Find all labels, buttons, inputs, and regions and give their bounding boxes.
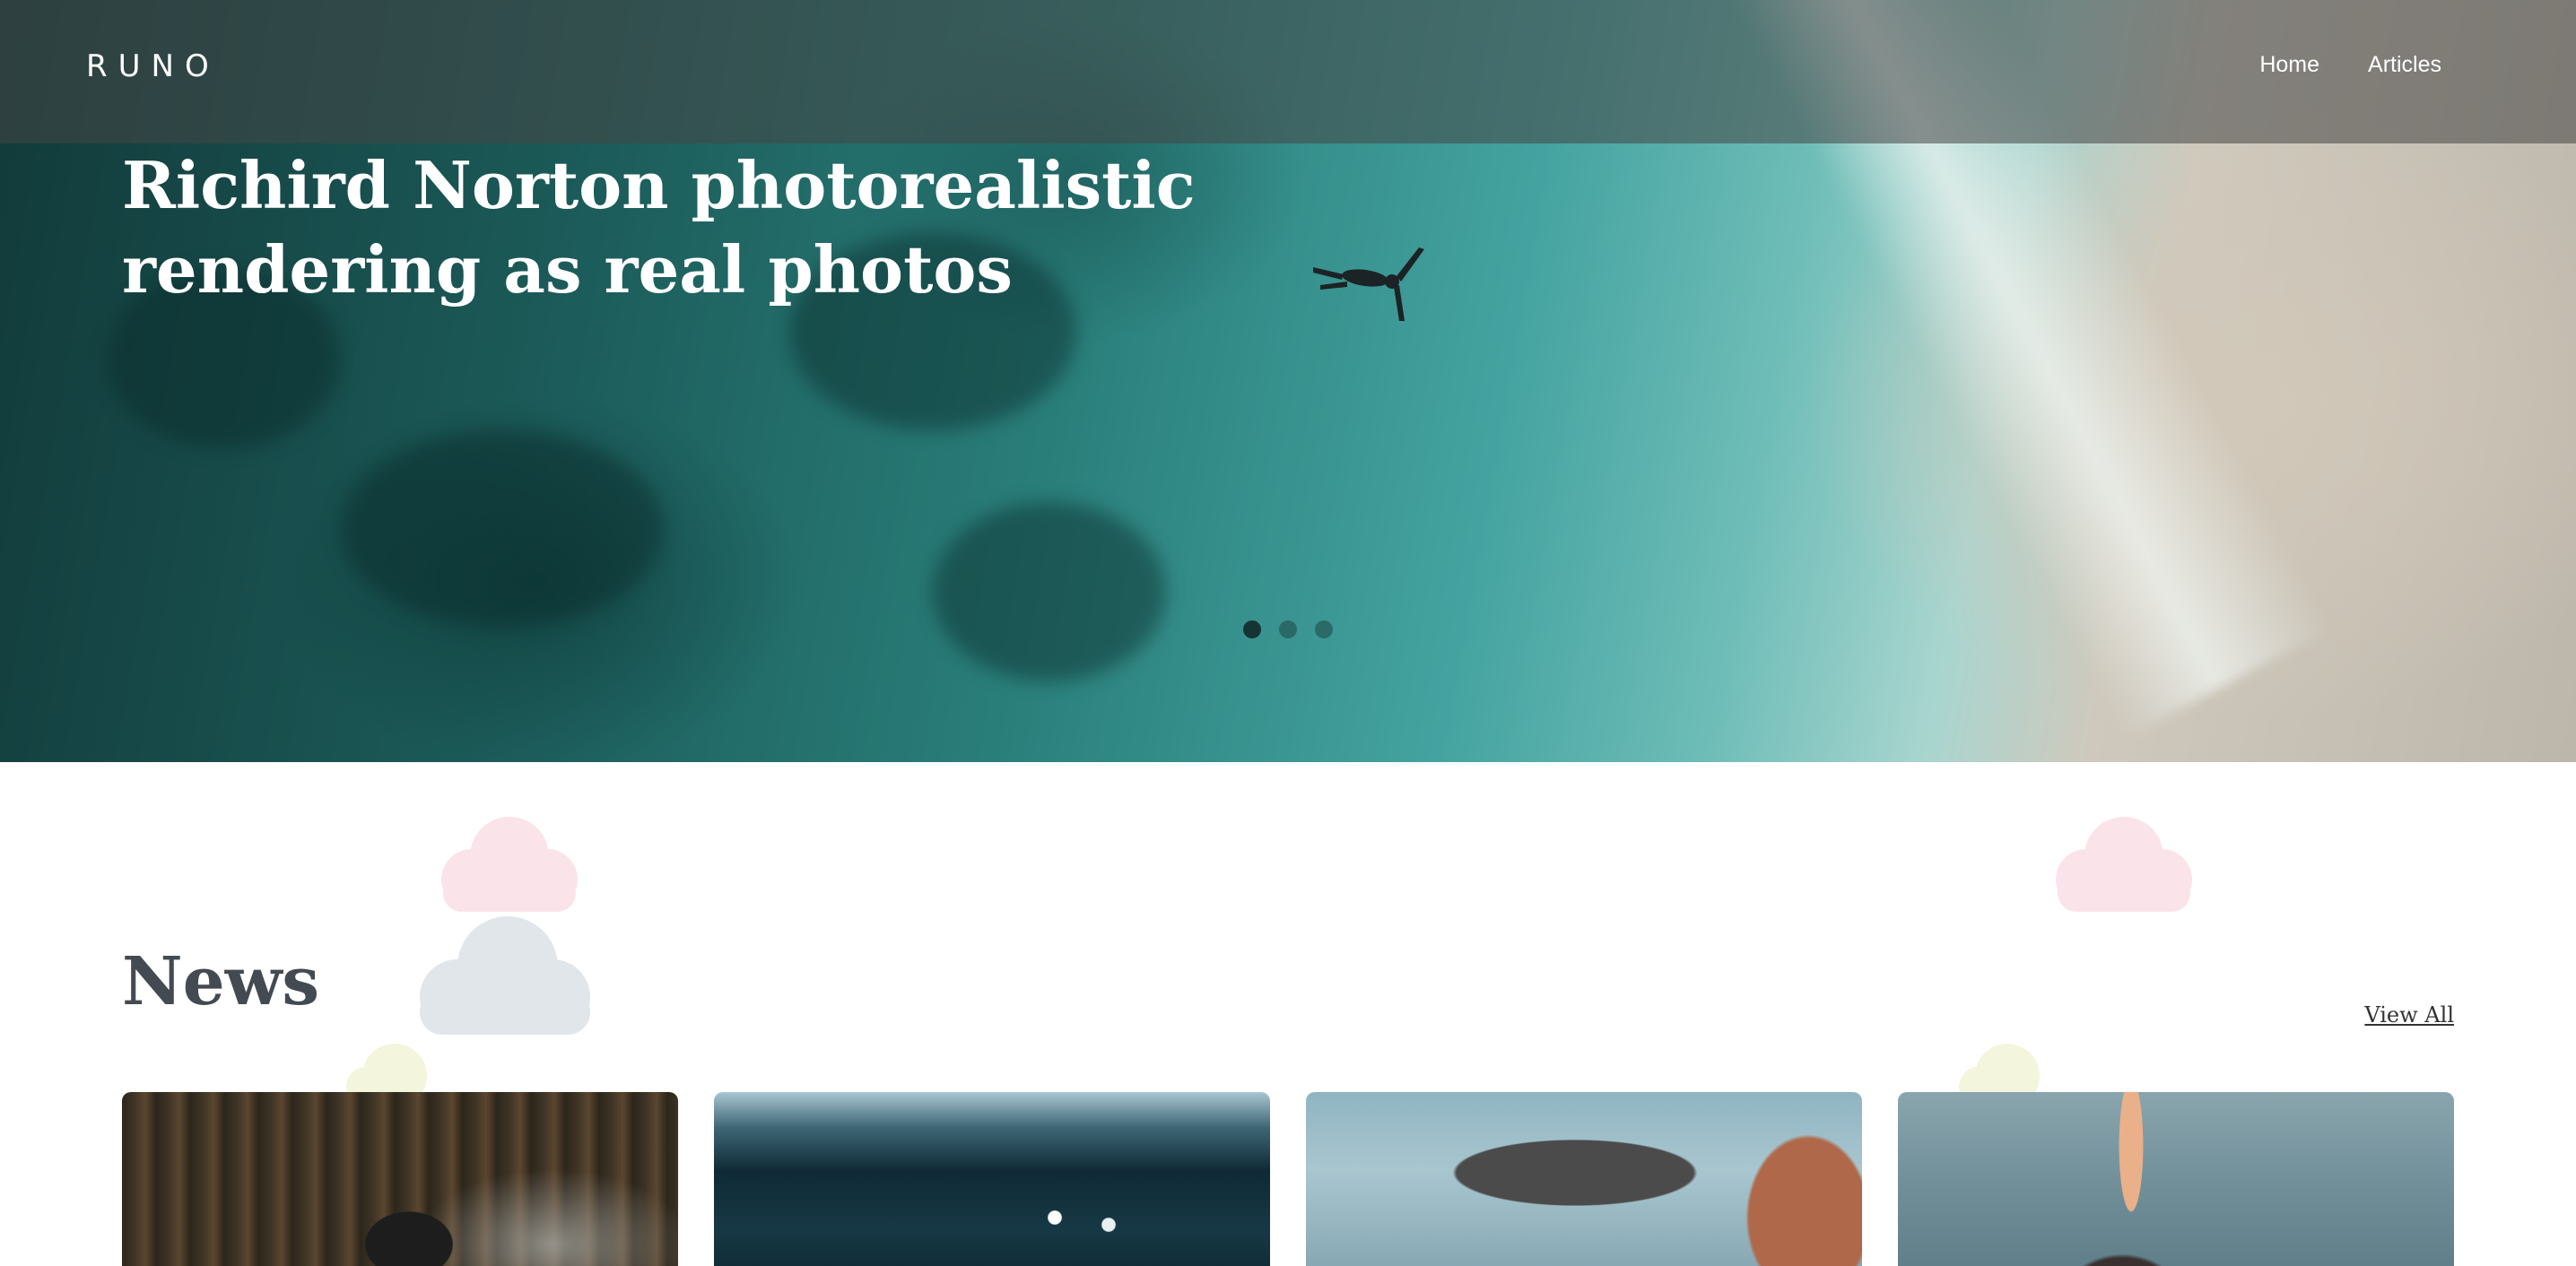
nav-articles-link[interactable]: Articles (2368, 52, 2441, 78)
site-logo[interactable]: RUNO (86, 48, 220, 84)
top-navbar: RUNO Home Articles (0, 0, 2576, 143)
news-section-title: News (122, 943, 320, 1020)
cloud-yellow-icon (1959, 1044, 2040, 1094)
cloud-pink-icon (441, 817, 578, 912)
swimmer-figure (1313, 247, 1424, 321)
reef-shadow (341, 430, 664, 628)
news-card-3[interactable] (1306, 1092, 1862, 1266)
nav-home-link[interactable]: Home (2259, 52, 2319, 78)
hero-title-line-1: Richird Norton photorealistic (122, 147, 1196, 223)
view-all-link[interactable]: View All (2364, 1002, 2454, 1028)
reef-shadow (933, 502, 1166, 681)
news-card-2[interactable] (714, 1092, 1270, 1266)
slider-dot-2[interactable] (1279, 620, 1297, 638)
cloud-gray-icon (420, 916, 590, 1035)
hero-title-line-2: rendering as real photos (122, 231, 1013, 308)
news-card-1[interactable] (122, 1092, 678, 1266)
hero-title: Richird Norton photorealistic rendering … (122, 143, 1198, 312)
cloud-pink-icon (2056, 817, 2192, 912)
cloud-yellow-icon (346, 1044, 427, 1094)
slider-dot-1[interactable] (1243, 620, 1261, 638)
slider-dot-3[interactable] (1315, 620, 1333, 638)
news-card-4[interactable] (1898, 1092, 2454, 1266)
main-nav: Home Articles (2259, 52, 2441, 78)
slider-dots (1243, 620, 1333, 638)
